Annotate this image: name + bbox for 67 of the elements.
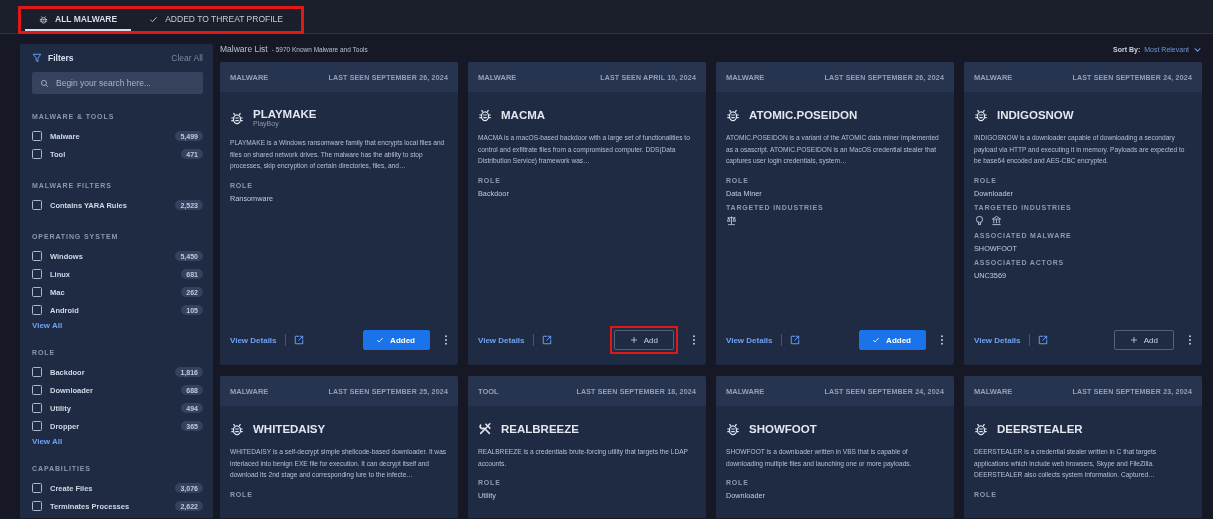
tab[interactable]: ADDED TO THREAT PROFILE [135,9,297,31]
checkbox[interactable] [32,287,42,297]
added-button[interactable]: Added [859,330,926,350]
bug-icon [726,422,740,436]
malware-card[interactable] [468,62,706,365]
malware-name[interactable]: ATOMIC.POSEIDON [749,109,858,121]
add-button[interactable]: Add [1113,330,1174,350]
view-details-link[interactable]: View Details [974,335,1021,345]
external-link-icon[interactable] [1037,335,1048,345]
add-button[interactable]: Add [613,330,674,350]
bug-icon [230,110,244,125]
external-link-icon[interactable] [541,335,552,345]
malware-name[interactable]: REALBREEZE [501,423,579,435]
view-details-link[interactable]: View Details [726,335,773,345]
malware-card[interactable] [220,62,458,365]
checkbox[interactable] [32,251,42,261]
lightbulb-icon [974,214,985,226]
external-link-icon[interactable] [789,335,800,345]
bug-icon [974,422,988,436]
added-button[interactable]: Added [363,330,430,350]
checkbox[interactable] [32,149,42,159]
check-icon [872,336,881,344]
external-link-icon[interactable] [293,335,304,345]
scale-icon [726,214,737,226]
filter-icon [32,53,42,63]
checkbox[interactable] [32,483,42,493]
checkbox[interactable] [32,131,42,141]
bug-icon [39,14,48,24]
bank-icon [991,214,1002,226]
checkbox[interactable] [32,421,42,431]
clear-all-link[interactable]: Clear All [171,53,203,63]
bug-icon [230,422,244,436]
view-all-link[interactable]: View All [32,321,63,330]
malware-card[interactable] [716,62,954,365]
tools-icon [478,422,492,436]
view-details-link[interactable]: View Details [230,335,277,345]
malware-name[interactable]: MACMA [501,109,546,121]
tab[interactable]: ALL MALWARE [25,9,132,31]
search-field[interactable]: Begin your search here... [32,72,203,94]
malware-card[interactable] [964,62,1202,365]
bug-icon [478,108,492,122]
malware-name[interactable]: WHITEDAISY [253,423,326,435]
checkbox[interactable] [32,305,42,315]
more-options-icon[interactable] [692,334,696,346]
malware-name[interactable]: DEERSTEALER [997,423,1083,435]
checkbox[interactable] [32,385,42,395]
checkbox[interactable] [32,200,42,210]
plus-icon [1129,336,1138,344]
filters-title: Filters [48,53,74,63]
bug-icon [726,108,740,122]
more-options-icon[interactable] [940,334,944,346]
check-icon [149,14,159,24]
view-all-link[interactable]: View All [32,437,63,446]
more-options-icon[interactable] [444,334,448,346]
malware-name[interactable]: PLAYMAKE [253,108,317,120]
more-options-icon[interactable] [1188,334,1192,346]
malware-name[interactable]: INDIGOSNOW [997,109,1074,121]
checkbox[interactable] [32,269,42,279]
bug-icon [974,108,988,122]
view-details-link[interactable]: View Details [478,335,525,345]
plus-icon [629,336,638,344]
checkbox[interactable] [32,367,42,377]
checkbox[interactable] [32,403,42,413]
malware-name[interactable]: SHOWFOOT [749,423,817,435]
check-icon [376,336,385,344]
list-title: Malware List [220,44,268,54]
checkbox[interactable] [32,501,42,511]
